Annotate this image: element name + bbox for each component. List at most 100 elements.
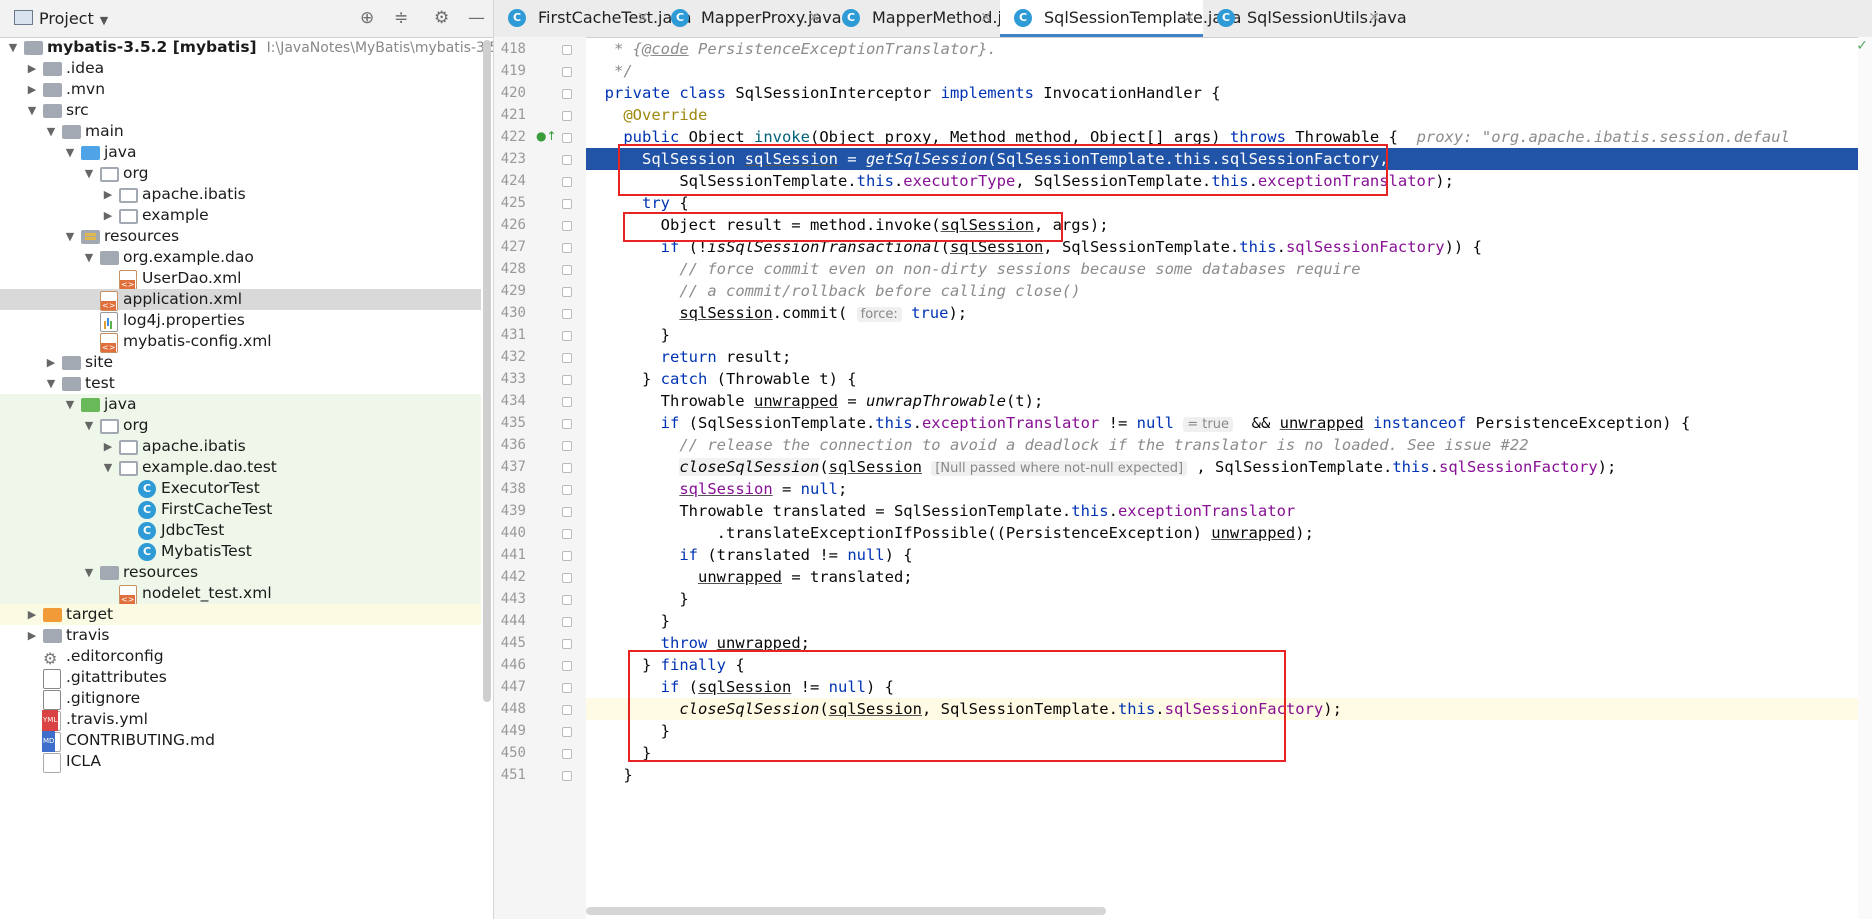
gear-icon[interactable]: ⚙ (434, 8, 449, 28)
editor-tab[interactable]: C FirstCacheTest.java ✕ (494, 0, 692, 36)
code-line[interactable]: if (SqlSessionTemplate.this.exceptionTra… (586, 412, 1872, 434)
collapse-arrow-icon[interactable]: ▶ (25, 58, 39, 79)
code-line[interactable]: Throwable translated = SqlSessionTemplat… (586, 500, 1872, 522)
code-line[interactable]: Throwable unwrapped = unwrapThrowable(t)… (586, 390, 1872, 412)
fold-marker-icon[interactable] (562, 771, 572, 781)
code-line[interactable]: } (586, 764, 1872, 786)
expand-arrow-icon[interactable]: ▼ (82, 415, 96, 436)
tree-item[interactable]: ▶ travis (0, 625, 481, 646)
fold-marker-icon[interactable] (562, 243, 572, 253)
close-icon[interactable]: ✕ (1183, 0, 1195, 36)
code-view[interactable]: 418 * {@code PersistenceExceptionTransla… (494, 37, 1872, 919)
tree-item[interactable]: ⚙ .editorconfig (0, 646, 481, 668)
expand-arrow-icon[interactable]: ▼ (82, 562, 96, 583)
tree-item[interactable]: ICLA (0, 751, 481, 773)
fold-marker-icon[interactable] (562, 331, 572, 341)
expand-arrow-icon[interactable]: ▼ (63, 226, 77, 247)
collapse-arrow-icon[interactable]: ▶ (25, 625, 39, 646)
tree-item[interactable]: ▼ java (0, 142, 481, 163)
tree-item[interactable]: .gitignore (0, 688, 481, 710)
tree-item[interactable]: ▼ example.dao.test (0, 457, 481, 478)
tree-item[interactable]: log4j.properties (0, 310, 481, 332)
fold-marker-icon[interactable] (562, 727, 572, 737)
tree-item[interactable]: ▼ org.example.dao (0, 247, 481, 268)
code-line[interactable]: if (translated != null) { (586, 544, 1872, 566)
tree-item[interactable]: ▼ resources (0, 226, 481, 247)
fold-marker-icon[interactable] (562, 177, 572, 187)
tree-item[interactable]: nodelet_test.xml (0, 583, 481, 605)
collapse-arrow-icon[interactable]: ▶ (101, 205, 115, 226)
expand-arrow-icon[interactable]: ▼ (44, 121, 58, 142)
code-line[interactable]: closeSqlSession(sqlSession [Null passed … (586, 456, 1872, 478)
fold-marker-icon[interactable] (562, 287, 572, 297)
collapse-arrow-icon[interactable]: ▶ (25, 79, 39, 100)
fold-marker-icon[interactable] (562, 639, 572, 649)
editor-tab[interactable]: C SqlSessionUtils.java ✕ (1203, 0, 1407, 36)
project-view-selector[interactable]: Project ▼ (14, 9, 108, 28)
close-icon[interactable]: ✕ (637, 0, 649, 36)
fold-marker-icon[interactable] (562, 595, 572, 605)
fold-marker-icon[interactable] (562, 485, 572, 495)
expand-arrow-icon[interactable]: ▼ (82, 247, 96, 268)
fold-marker-icon[interactable] (562, 309, 572, 319)
collapse-arrow-icon[interactable]: ▶ (25, 604, 39, 625)
expand-arrow-icon[interactable]: ▼ (44, 373, 58, 394)
expand-arrow-icon[interactable]: ▼ (101, 457, 115, 478)
error-stripe[interactable] (1858, 37, 1872, 919)
project-scrollbar[interactable] (483, 40, 491, 702)
close-icon[interactable]: ✕ (808, 0, 820, 36)
tree-item[interactable]: ▼ java (0, 394, 481, 415)
fold-marker-icon[interactable] (562, 507, 572, 517)
tree-item[interactable]: ▼ main (0, 121, 481, 142)
implements-method-icon[interactable]: ●↑ (536, 129, 557, 143)
close-icon[interactable]: ✕ (1368, 0, 1380, 36)
code-line[interactable]: // a commit/rollback before calling clos… (586, 280, 1872, 302)
code-line[interactable]: */ (586, 60, 1872, 82)
tree-item[interactable]: ▼ mybatis-3.5.2 [mybatis] I:\JavaNotes\MyB… (0, 37, 493, 58)
collapse-arrow-icon[interactable]: ▶ (101, 184, 115, 205)
fold-marker-icon[interactable] (562, 199, 572, 209)
fold-marker-icon[interactable] (562, 111, 572, 121)
code-line[interactable]: unwrapped = translated; (586, 566, 1872, 588)
fold-marker-icon[interactable] (562, 463, 572, 473)
tree-item[interactable]: ▶ apache.ibatis (0, 184, 481, 205)
fold-marker-icon[interactable] (562, 683, 572, 693)
close-icon[interactable]: ✕ (980, 0, 992, 36)
fold-marker-icon[interactable] (562, 419, 572, 429)
code-line[interactable]: // force commit even on non-dirty sessio… (586, 258, 1872, 280)
expand-arrow-icon[interactable]: ▼ (6, 37, 20, 58)
fold-marker-icon[interactable] (562, 551, 572, 561)
code-line[interactable]: private class SqlSessionInterceptor impl… (586, 82, 1872, 104)
tree-item[interactable]: .gitattributes (0, 667, 481, 689)
code-line[interactable]: } (586, 610, 1872, 632)
tree-item[interactable]: ▶ .mvn (0, 79, 481, 100)
fold-marker-icon[interactable] (562, 617, 572, 627)
code-line[interactable]: // release the connection to avoid a dea… (586, 434, 1872, 456)
collapse-all-icon[interactable]: ≑ (394, 8, 408, 28)
tree-item[interactable]: C ExecutorTest (0, 478, 481, 499)
tree-item[interactable]: UserDao.xml (0, 268, 481, 290)
expand-arrow-icon[interactable]: ▼ (63, 142, 77, 163)
tree-item[interactable]: mybatis-config.xml (0, 331, 481, 353)
tree-item[interactable]: ▼ src (0, 100, 481, 121)
tree-item[interactable]: ▼ test (0, 373, 481, 394)
fold-marker-icon[interactable] (562, 749, 572, 759)
code-line[interactable]: return result; (586, 346, 1872, 368)
editor-tab[interactable]: C MapperProxy.java ✕ (657, 0, 842, 36)
fold-marker-icon[interactable] (562, 529, 572, 539)
tree-item[interactable]: ▶ .idea (0, 58, 481, 79)
tree-item[interactable]: ▶ site (0, 352, 481, 373)
fold-marker-icon[interactable] (562, 705, 572, 715)
fold-marker-icon[interactable] (562, 441, 572, 451)
fold-marker-icon[interactable] (562, 89, 572, 99)
code-line[interactable]: sqlSession.commit( force: true); (586, 302, 1872, 324)
fold-marker-icon[interactable] (562, 375, 572, 385)
expand-arrow-icon[interactable]: ▼ (25, 100, 39, 121)
code-line[interactable]: * {@code PersistenceExceptionTranslator}… (586, 38, 1872, 60)
fold-marker-icon[interactable] (562, 661, 572, 671)
hide-panel-icon[interactable]: — (468, 8, 485, 28)
horizontal-scrollbar[interactable] (586, 907, 1106, 915)
tree-item[interactable]: C MybatisTest (0, 541, 481, 562)
locate-icon[interactable]: ⊕ (360, 8, 374, 28)
editor-tab[interactable]: C SqlSessionTemplate.java ✕ (1000, 0, 1241, 37)
